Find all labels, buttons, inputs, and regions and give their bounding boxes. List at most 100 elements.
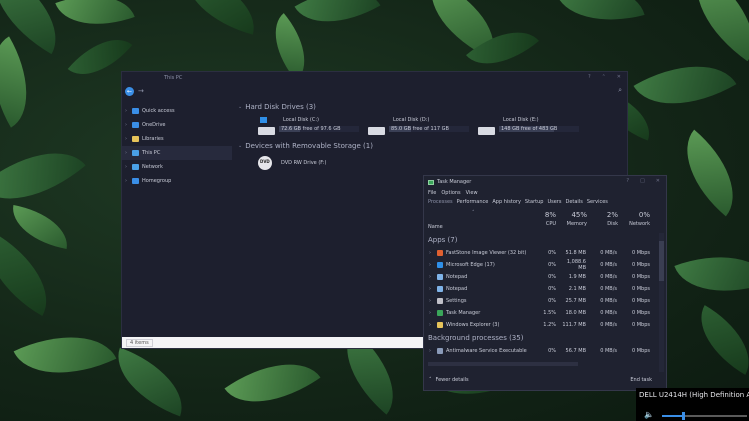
tab-details[interactable]: Details	[565, 199, 582, 205]
tab-startup[interactable]: Startup	[525, 199, 544, 205]
maximize-icon[interactable]: ⌃	[602, 74, 606, 80]
menu-file[interactable]: File	[428, 190, 436, 196]
task-manager-title: Task Manager	[437, 179, 472, 185]
process-row[interactable]: › Notepad 0% 1.9 MB 0 MB/s 0 Mbps	[424, 271, 658, 283]
process-icon	[437, 310, 443, 316]
process-row[interactable]: › FastStone Image Viewer (32 bit) 0% 51.8 M…	[424, 247, 658, 259]
process-name: Settings	[446, 298, 467, 304]
expand-chevron-icon[interactable]: ›	[429, 298, 431, 304]
explorer-titlebar[interactable]: This PC ? ⌃ ✕	[122, 72, 627, 84]
group-removable-storage[interactable]: ⌄ Devices with Removable Storage (1)	[238, 140, 627, 152]
menu-view[interactable]: View	[466, 190, 478, 196]
tab-performance[interactable]: Performance	[457, 199, 489, 205]
close-icon[interactable]: ✕	[656, 178, 660, 184]
folder-icon	[132, 136, 139, 142]
sidebar-item-this-pc[interactable]: › This PC	[122, 146, 232, 160]
column-cpu[interactable]: 8% CPU	[536, 211, 556, 227]
process-disk: 0 MB/s	[600, 298, 617, 304]
close-icon[interactable]: ✕	[617, 74, 621, 80]
chevron-right-icon[interactable]: ›	[125, 122, 129, 128]
search-icon[interactable]: ⌕	[618, 86, 622, 95]
process-icon	[437, 250, 443, 256]
process-cpu: 0%	[548, 250, 556, 256]
chevron-right-icon[interactable]: ›	[125, 164, 129, 170]
expand-chevron-icon[interactable]: ›	[429, 250, 431, 256]
process-cpu: 1.2%	[543, 322, 556, 328]
process-mem: 51.8 MB	[565, 250, 586, 256]
menu-options[interactable]: Options	[441, 190, 460, 196]
maximize-icon[interactable]: □	[640, 178, 645, 184]
sidebar-item-homegroup[interactable]: › Homegroup	[122, 174, 232, 188]
section-header: Apps (7)	[428, 236, 458, 244]
tab-services[interactable]: Services	[587, 199, 608, 205]
process-disk: 0 MB/s	[600, 348, 617, 354]
expand-chevron-icon[interactable]: ›	[429, 262, 431, 268]
process-net: 0 Mbps	[631, 298, 650, 304]
chevron-right-icon[interactable]: ›	[125, 108, 129, 114]
process-cpu: 0%	[548, 348, 556, 354]
leaf-decoration	[664, 129, 749, 217]
sidebar-item-onedrive[interactable]: › OneDrive	[122, 118, 232, 132]
forward-arrow-icon[interactable]: →	[138, 87, 144, 95]
sidebar-item-label: Network	[142, 164, 163, 170]
process-name: Notepad	[446, 286, 468, 292]
tab-app-history[interactable]: App history	[492, 199, 521, 205]
drive-tile[interactable]: Local Disk (D:) 85.0 GB free of 117 GB	[368, 113, 478, 140]
process-cpu: 0%	[548, 286, 556, 292]
column-name[interactable]: Name	[428, 224, 443, 230]
fewer-details-link[interactable]: Fewer details	[436, 377, 469, 383]
chevron-right-icon[interactable]: ›	[125, 150, 129, 156]
process-net: 0 Mbps	[631, 348, 650, 354]
column-memory[interactable]: 45% Memory	[564, 211, 587, 227]
process-row[interactable]: › Microsoft Edge (17) 0% 1,088.6 MB 0 MB/s 0 …	[424, 259, 658, 271]
expand-chevron-icon[interactable]: ›	[429, 348, 431, 354]
homegroup-icon	[132, 178, 139, 184]
hard-drive-icon	[478, 121, 495, 135]
process-row[interactable]: › Task Manager 1.5% 18.0 MB 0 MB/s 0 Mbps	[424, 307, 658, 319]
process-row[interactable]: › Settings 0% 25.7 MB 0 MB/s 0 Mbps	[424, 295, 658, 307]
volume-slider-knob[interactable]	[682, 412, 686, 420]
drive-capacity: 85.0 GB free of 117 GB	[391, 126, 449, 132]
dvd-drive[interactable]: DVD DVD RW Drive (F:)	[238, 152, 627, 174]
drive-tile[interactable]: Local Disk (C:) 72.6 GB free of 97.6 GB	[258, 113, 368, 140]
process-name: Notepad	[446, 274, 468, 280]
end-task-button[interactable]: End task	[630, 377, 652, 383]
speaker-icon[interactable]: 🔈	[644, 410, 654, 419]
back-arrow-icon[interactable]: ←	[125, 86, 134, 96]
process-row[interactable]: › Windows Explorer (3) 1.2% 111.7 MB 0 MB/s 0…	[424, 319, 658, 331]
chevron-right-icon[interactable]: ›	[125, 178, 129, 184]
process-icon	[437, 286, 443, 292]
expand-chevron-icon[interactable]: ›	[429, 286, 431, 292]
chevron-right-icon[interactable]: ›	[125, 136, 129, 142]
sidebar-item-libraries[interactable]: › Libraries	[122, 132, 232, 146]
chevron-up-icon[interactable]: ˄	[429, 377, 432, 383]
help-icon[interactable]: ?	[588, 74, 591, 80]
process-mem: 18.0 MB	[565, 310, 586, 316]
sidebar-item-network[interactable]: › Network	[122, 160, 232, 174]
tab-processes[interactable]: Processes	[428, 199, 453, 205]
windows-logo-icon	[260, 117, 267, 123]
process-disk: 0 MB/s	[600, 286, 617, 292]
scrollbar-thumb[interactable]	[659, 241, 664, 281]
process-disk: 0 MB/s	[600, 262, 617, 268]
vertical-scrollbar[interactable]	[659, 233, 664, 372]
process-net: 0 Mbps	[631, 286, 650, 292]
volume-slider[interactable]	[662, 412, 747, 420]
sidebar-item-quick-access[interactable]: › Quick access	[122, 104, 232, 118]
tab-users[interactable]: Users	[547, 199, 561, 205]
process-row[interactable]: › Notepad 0% 2.1 MB 0 MB/s 0 Mbps	[424, 283, 658, 295]
column-network[interactable]: 0% Network	[627, 211, 650, 227]
expand-chevron-icon[interactable]: ›	[429, 274, 431, 280]
minimize-icon[interactable]: ?	[626, 178, 629, 184]
task-manager-titlebar[interactable]: Task Manager ? □ ✕	[424, 176, 666, 188]
expand-chevron-icon[interactable]: ›	[429, 310, 431, 316]
navigation-pane: › Quick access › OneDrive › Libraries › This PC…	[122, 98, 232, 337]
expand-chevron-icon[interactable]: ›	[429, 322, 431, 328]
task-manager-window[interactable]: Task Manager ? □ ✕ File Options View Proce…	[423, 175, 667, 391]
process-mem: 111.7 MB	[562, 322, 586, 328]
drive-tile[interactable]: Local Disk (E:) 148 GB free of 483 GB	[478, 113, 588, 140]
horizontal-scrollbar[interactable]	[428, 362, 578, 366]
process-row[interactable]: › Antimalware Service Executable 0% 56.7 MB…	[424, 345, 658, 357]
group-hard-disk-drives[interactable]: ⌄ Hard Disk Drives (3)	[238, 101, 627, 113]
column-disk[interactable]: 2% Disk	[602, 211, 618, 227]
